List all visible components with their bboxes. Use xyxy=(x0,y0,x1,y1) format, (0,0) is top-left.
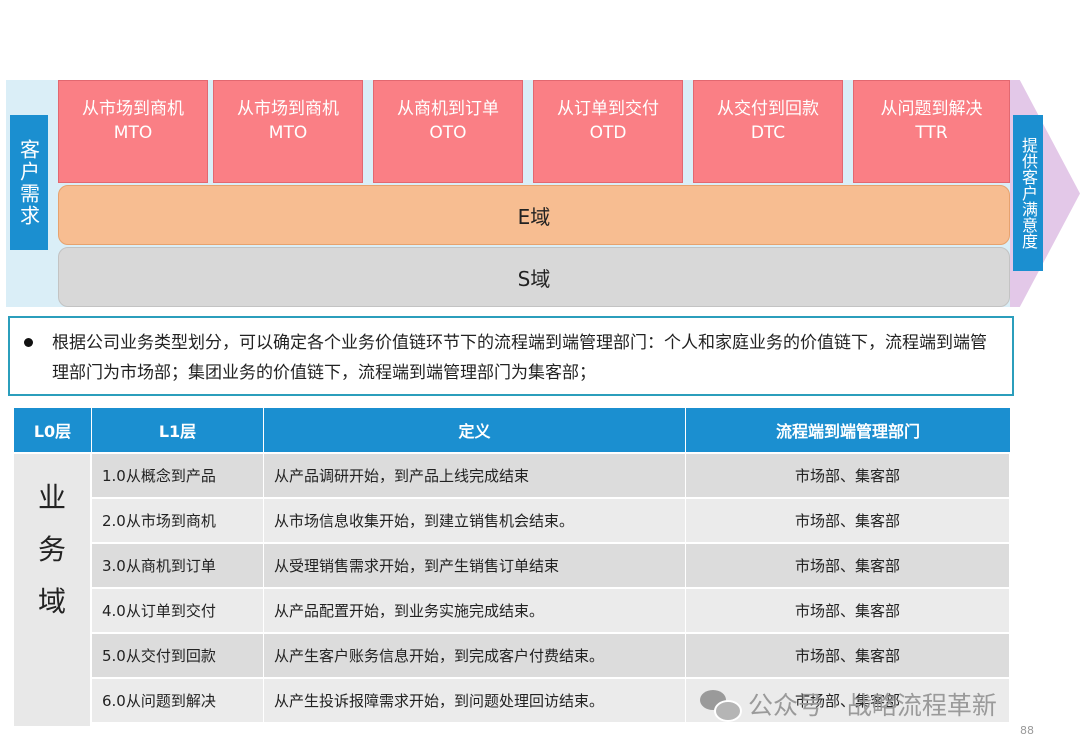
header-department: 流程端到端管理部门 xyxy=(775,422,920,441)
department-cell: 市场部、集客部 xyxy=(686,544,1010,587)
l1-cell: 3.0从商机到订单 xyxy=(92,544,264,587)
table-row: 3.0从商机到订单 从受理销售需求开始，到产生销售订单结束 市场部、集客部 xyxy=(92,544,1010,587)
l0-business-domain-cell: 业 务 域 xyxy=(14,454,90,726)
stage-box: 从市场到商机 MTO xyxy=(213,80,363,183)
stage-box: 从商机到订单 OTO xyxy=(373,80,523,183)
bullet-icon xyxy=(24,338,33,347)
department-cell: 市场部、集客部 xyxy=(686,589,1010,632)
department-cell: 市场部、集客部 xyxy=(686,499,1010,542)
l1-cell: 2.0从市场到商机 xyxy=(92,499,264,542)
table-header: L0层 L1层 定义 流程端到端管理部门 xyxy=(14,408,1010,452)
department-cell: 市场部、集客部 xyxy=(686,634,1010,677)
definition-cell: 从受理销售需求开始，到产生销售订单结束 xyxy=(264,544,686,587)
l1-cell: 1.0从概念到产品 xyxy=(92,454,264,497)
l0-char: 业 xyxy=(37,481,66,514)
stage-code: OTD xyxy=(589,123,627,143)
l0-char: 务 xyxy=(37,533,66,566)
watermark: 公众号 · 战略流程革新 xyxy=(700,684,1060,724)
header-definition: 定义 xyxy=(264,408,686,452)
stage-name: 从订单到交付 xyxy=(557,99,659,119)
department-cell: 市场部、集客部 xyxy=(686,454,1010,497)
table-row: 5.0从交付到回款 从产生客户账务信息开始，到完成客户付费结束。 市场部、集客部 xyxy=(92,634,1010,677)
s-domain-bar: S域 xyxy=(58,247,1010,307)
table-row: 1.0从概念到产品 从产品调研开始，到产品上线完成结束 市场部、集客部 xyxy=(92,454,1010,497)
l0-char: 域 xyxy=(37,585,66,618)
stage-name: 从市场到商机 xyxy=(237,99,339,119)
definition-cell: 从市场信息收集开始，到建立销售机会结束。 xyxy=(264,499,686,542)
stage-name: 从商机到订单 xyxy=(397,99,499,119)
definition-cell: 从产品调研开始，到产品上线完成结束 xyxy=(264,454,686,497)
stage-code: MTO xyxy=(113,123,153,143)
stage-box: 从问题到解决 TTR xyxy=(853,80,1010,183)
watermark-text: 公众号 · 战略流程革新 xyxy=(748,691,997,720)
customer-demand-label: 客户需求 xyxy=(10,115,48,250)
stage-name: 从交付到回款 xyxy=(717,99,819,119)
description-box: 根据公司业务类型划分，可以确定各个业务价值链环节下的流程端到端管理部门：个人和家… xyxy=(8,316,1014,396)
header-l0: L0层 xyxy=(14,408,92,452)
stage-code: MTO xyxy=(268,123,308,143)
l1-cell: 6.0从问题到解决 xyxy=(92,679,264,722)
stage-name: 从市场到商机 xyxy=(82,99,184,119)
stage-box: 从订单到交付 OTD xyxy=(533,80,683,183)
stage-code: OTO xyxy=(429,123,467,143)
stage-code: DTC xyxy=(750,123,786,143)
stage-box: 从交付到回款 DTC xyxy=(693,80,843,183)
table-row: 2.0从市场到商机 从市场信息收集开始，到建立销售机会结束。 市场部、集客部 xyxy=(92,499,1010,542)
value-chain-diagram: 客户需求 提供客户满意度 从市场到商机 MTO 从市场到商机 MTO 从商机到订… xyxy=(0,0,1080,315)
definition-cell: 从产品配置开始，到业务实施完成结束。 xyxy=(264,589,686,632)
header-l1: L1层 xyxy=(92,408,264,452)
customer-satisfaction-label: 提供客户满意度 xyxy=(1013,115,1043,271)
stage-code: TTR xyxy=(915,123,948,143)
wechat-icon xyxy=(700,688,742,722)
description-text: 根据公司业务类型划分，可以确定各个业务价值链环节下的流程端到端管理部门：个人和家… xyxy=(52,333,987,383)
page-number: 88 xyxy=(1020,724,1034,737)
l1-cell: 4.0从订单到交付 xyxy=(92,589,264,632)
l1-cell: 5.0从交付到回款 xyxy=(92,634,264,677)
e-domain-bar: E域 xyxy=(58,185,1010,245)
table-row: 4.0从订单到交付 从产品配置开始，到业务实施完成结束。 市场部、集客部 xyxy=(92,589,1010,632)
definition-cell: 从产生客户账务信息开始，到完成客户付费结束。 xyxy=(264,634,686,677)
definition-cell: 从产生投诉报障需求开始，到问题处理回访结束。 xyxy=(264,679,686,722)
stage-name: 从问题到解决 xyxy=(880,99,983,119)
stage-box: 从市场到商机 MTO xyxy=(58,80,208,183)
